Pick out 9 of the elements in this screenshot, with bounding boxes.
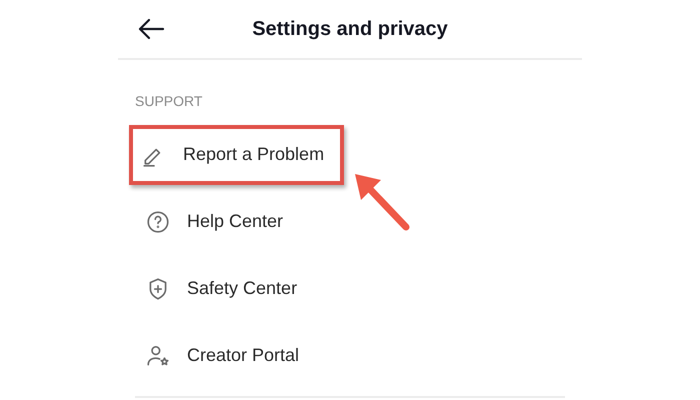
menu-item[interactable]: Report a Problem: [129, 124, 344, 184]
pointer-arrow: [352, 171, 412, 233]
menu-item[interactable]: Creator Portal: [133, 326, 320, 386]
menu-item[interactable]: Help Center: [133, 192, 304, 252]
page-title: Settings and privacy: [251, 17, 449, 42]
back-arrow-icon[interactable]: [137, 17, 165, 41]
help-icon: [145, 208, 171, 234]
section-heading: SUPPORT: [135, 93, 202, 109]
menu-item[interactable]: Safety Center: [133, 258, 318, 318]
